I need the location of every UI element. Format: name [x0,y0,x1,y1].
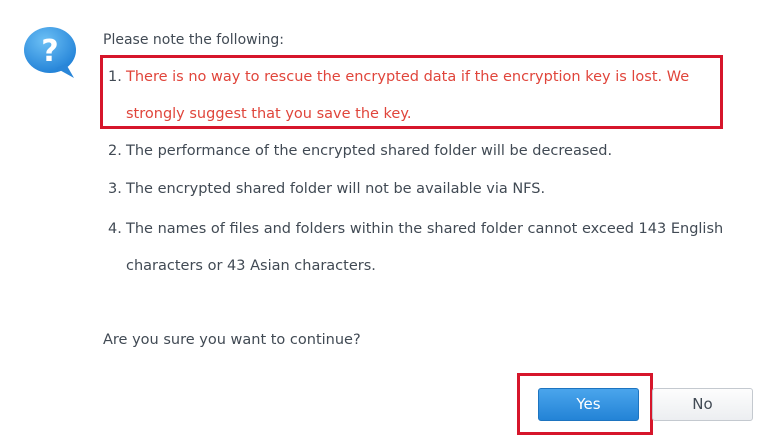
list-item: 3. The encrypted shared folder will not b… [108,171,738,208]
yes-button[interactable]: Yes [538,388,639,421]
item-text: strongly suggest that you save the key. [126,106,412,122]
question-icon: ? [22,26,84,78]
item-text: The performance of the encrypted shared … [126,143,613,159]
item-text: There is no way to rescue the encrypted … [126,69,690,85]
list-item: 1. There is no way to rescue the encrypte… [108,59,738,133]
item-number: 2. [108,143,122,159]
list-item: 4. The names of files and folders within … [108,211,738,285]
item-number: 3. [108,181,122,197]
confirm-question: Are you sure you want to continue? [103,332,361,348]
item-text: The encrypted shared folder will not be … [126,181,546,197]
item-number: 1. [108,69,122,85]
list-item: 2. The performance of the encrypted share… [108,133,738,170]
svg-text:?: ? [41,34,58,69]
item-text: The names of files and folders within th… [126,221,724,237]
item-text: characters or 43 Asian characters. [126,258,376,274]
intro-text: Please note the following: [103,32,284,48]
item-number: 4. [108,221,122,237]
no-button[interactable]: No [652,388,753,421]
